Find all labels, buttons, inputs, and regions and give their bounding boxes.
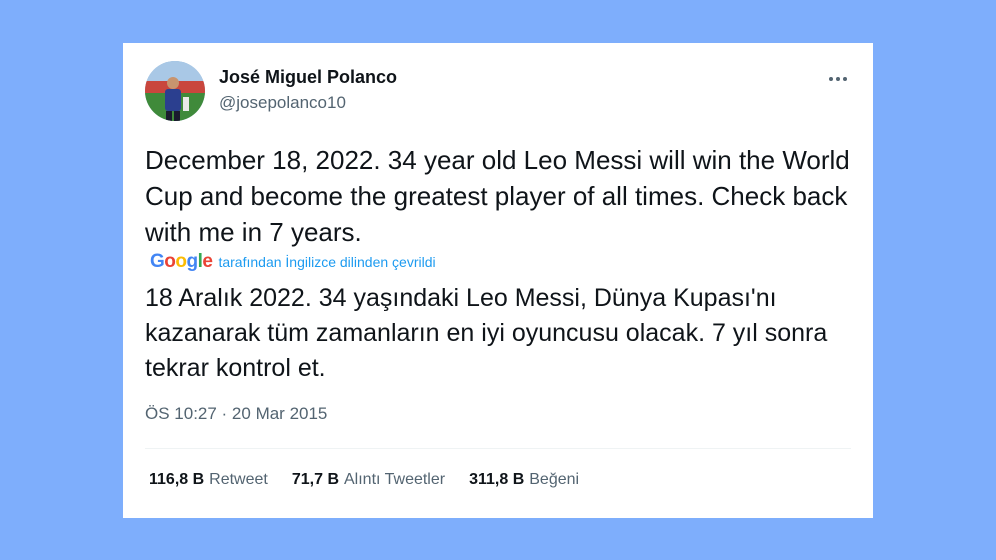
author-handle[interactable]: @josepolanco10 (219, 93, 346, 113)
author-name[interactable]: José Miguel Polanco (219, 67, 397, 88)
retweet-count[interactable]: 116,8 B Retweet (149, 471, 268, 489)
divider (145, 448, 851, 449)
stat-value: 116,8 B (149, 471, 205, 488)
avatar[interactable] (145, 61, 205, 121)
tweet-card: José Miguel Polanco @josepolanco10 Decem… (123, 43, 873, 518)
more-options-icon[interactable] (829, 77, 847, 81)
translation-attribution: Google tarafından İngilizce dilinden çev… (150, 251, 436, 273)
stat-label: Retweet (209, 471, 268, 488)
stat-label: Alıntı Tweetler (344, 471, 446, 488)
translated-text: 18 Aralık 2022. 34 yaşındaki Leo Messi, … (145, 284, 828, 382)
like-count[interactable]: 311,8 B Beğeni (469, 471, 579, 489)
translation-note[interactable]: tarafından İngilizce dilinden çevrildi (218, 254, 435, 270)
stat-value: 311,8 B (469, 471, 525, 488)
google-logo: Google (150, 251, 213, 272)
tweet-timestamp[interactable]: ÖS 10:27 · 20 Mar 2015 (145, 404, 327, 424)
tweet-text: December 18, 2022. 34 year old Leo Messi… (145, 145, 850, 247)
engagement-stats: 116,8 B Retweet 71,7 B Alıntı Tweetler 3… (149, 471, 579, 489)
profile-photo-icon (145, 61, 205, 121)
stat-value: 71,7 B (291, 471, 339, 488)
quote-tweet-count[interactable]: 71,7 B Alıntı Tweetler (292, 471, 445, 489)
stat-label: Beğeni (529, 471, 580, 488)
